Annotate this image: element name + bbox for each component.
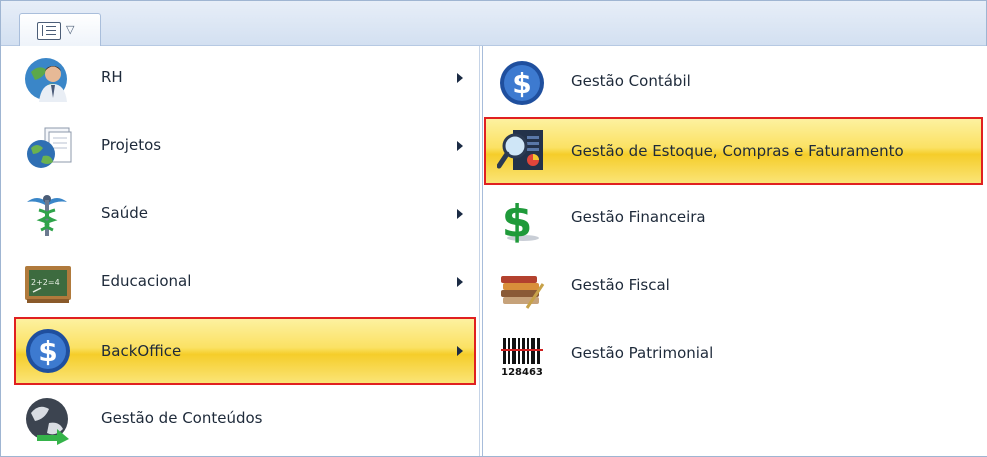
submenu-arrow-icon: [457, 277, 463, 287]
barcode-number: 128463: [501, 367, 543, 378]
sidebar-menu-icon: [37, 22, 61, 40]
menu-item-label: Saúde: [101, 204, 148, 222]
menu-toggle-button[interactable]: ▽: [19, 13, 101, 47]
submenu-item-gestao-fiscal[interactable]: Gestão Fiscal: [485, 256, 982, 316]
menu-item-backoffice[interactable]: $ BackOffice: [14, 317, 476, 385]
menu-item-label: RH: [101, 68, 123, 86]
svg-text:$: $: [512, 67, 531, 100]
globe-documents-icon: [27, 127, 72, 168]
submenu-arrow-icon: [457, 346, 463, 356]
caret-down-icon: ▽: [66, 23, 75, 36]
svg-text:$: $: [502, 196, 533, 244]
menu-item-label: Educacional: [101, 272, 192, 290]
caduceus-icon: [27, 195, 67, 236]
green-dollar-icon: $: [502, 196, 539, 244]
start-menu-window: ▽ RH Projetos Saúde 2+2=4 Educacional $ …: [0, 0, 987, 457]
submenu-item-gestao-financeira[interactable]: $ Gestão Financeira: [485, 188, 982, 248]
menu-item-saude[interactable]: Saúde: [15, 184, 475, 244]
menu-item-rh[interactable]: RH: [15, 48, 475, 108]
menu-top-bar: ▽: [1, 1, 986, 47]
books-pen-icon: [501, 276, 545, 309]
magnifier-chart-icon: [497, 130, 543, 170]
menu-item-projetos[interactable]: Projetos: [15, 116, 475, 176]
menu-item-educacional[interactable]: 2+2=4 Educacional: [15, 252, 475, 312]
menu-item-label: BackOffice: [101, 342, 182, 360]
dollar-coin-icon: $: [26, 329, 70, 373]
menu-item-gestao-de-conteudos[interactable]: Gestão de Conteúdos: [15, 389, 475, 449]
person-globe-icon: [25, 58, 67, 102]
backoffice-submenu: $ Gestão Contábil Gestão de Estoque, Com…: [482, 46, 987, 456]
barcode-icon: 128463: [499, 336, 545, 378]
submenu-arrow-icon: [457, 73, 463, 83]
submenu-item-label: Gestão Financeira: [571, 208, 706, 226]
submenu-item-label: Gestão Fiscal: [571, 276, 670, 294]
submenu-item-gestao-contabil[interactable]: $ Gestão Contábil: [485, 52, 982, 112]
menu-item-label: Projetos: [101, 136, 162, 154]
submenu-arrow-icon: [457, 141, 463, 151]
submenu-item-gestao-estoque[interactable]: Gestão de Estoque, Compras e Faturamento: [484, 117, 983, 185]
submenu-item-label: Gestão de Estoque, Compras e Faturamento: [571, 142, 904, 160]
menu-item-label: Gestão de Conteúdos: [101, 409, 263, 427]
globe-arrow-icon: [26, 398, 69, 445]
main-menu: RH Projetos Saúde 2+2=4 Educacional $ Ba…: [1, 46, 480, 456]
submenu-item-label: Gestão Contábil: [571, 72, 691, 90]
svg-text:2+2=4: 2+2=4: [31, 278, 60, 287]
submenu-item-label: Gestão Patrimonial: [571, 344, 714, 362]
dollar-coin-icon: $: [500, 61, 544, 105]
svg-text:$: $: [38, 335, 57, 368]
submenu-arrow-icon: [457, 209, 463, 219]
submenu-item-gestao-patrimonial[interactable]: 128463 Gestão Patrimonial: [485, 324, 982, 384]
chalkboard-icon: 2+2=4: [25, 266, 71, 303]
